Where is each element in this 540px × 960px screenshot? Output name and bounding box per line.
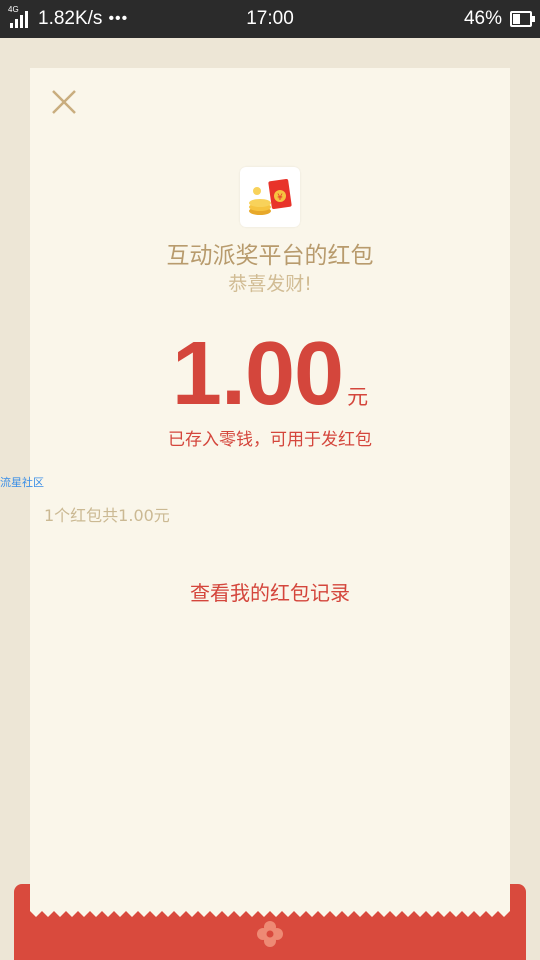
- flower-emblem-icon: [257, 921, 283, 947]
- amount-display: 1.00 元: [30, 324, 510, 424]
- clock: 17:00: [246, 8, 294, 29]
- view-records-link[interactable]: 查看我的红包记录: [30, 577, 510, 606]
- greeting-message: 恭喜发财!: [228, 273, 312, 295]
- amount-unit: 元: [347, 385, 369, 409]
- close-icon[interactable]: [51, 89, 77, 115]
- amount-value: 1.00: [171, 324, 344, 424]
- deposit-note: 已存入零钱，可用于发红包: [168, 430, 372, 450]
- battery-icon: [510, 11, 535, 27]
- status-right: 46%: [463, 8, 535, 30]
- packet-summary: 1个红包共1.00元: [44, 506, 170, 525]
- watermark-text: 流星社区: [0, 476, 44, 489]
- card-zigzag-edge: [30, 905, 510, 917]
- status-bar: 4G 1.82K/s ••• 17:00 46%: [0, 0, 540, 38]
- battery-percent: 46%: [463, 8, 502, 29]
- red-packet-detail-card: ¥ 互动派奖平台的红包 恭喜发财! 1.00 元 已存入零钱，可用于发红包 1个红…: [30, 68, 510, 911]
- svg-text:¥: ¥: [277, 193, 283, 203]
- red-packet-app-icon: ¥: [240, 167, 300, 227]
- sender-name: 互动派奖平台的红包: [166, 243, 374, 269]
